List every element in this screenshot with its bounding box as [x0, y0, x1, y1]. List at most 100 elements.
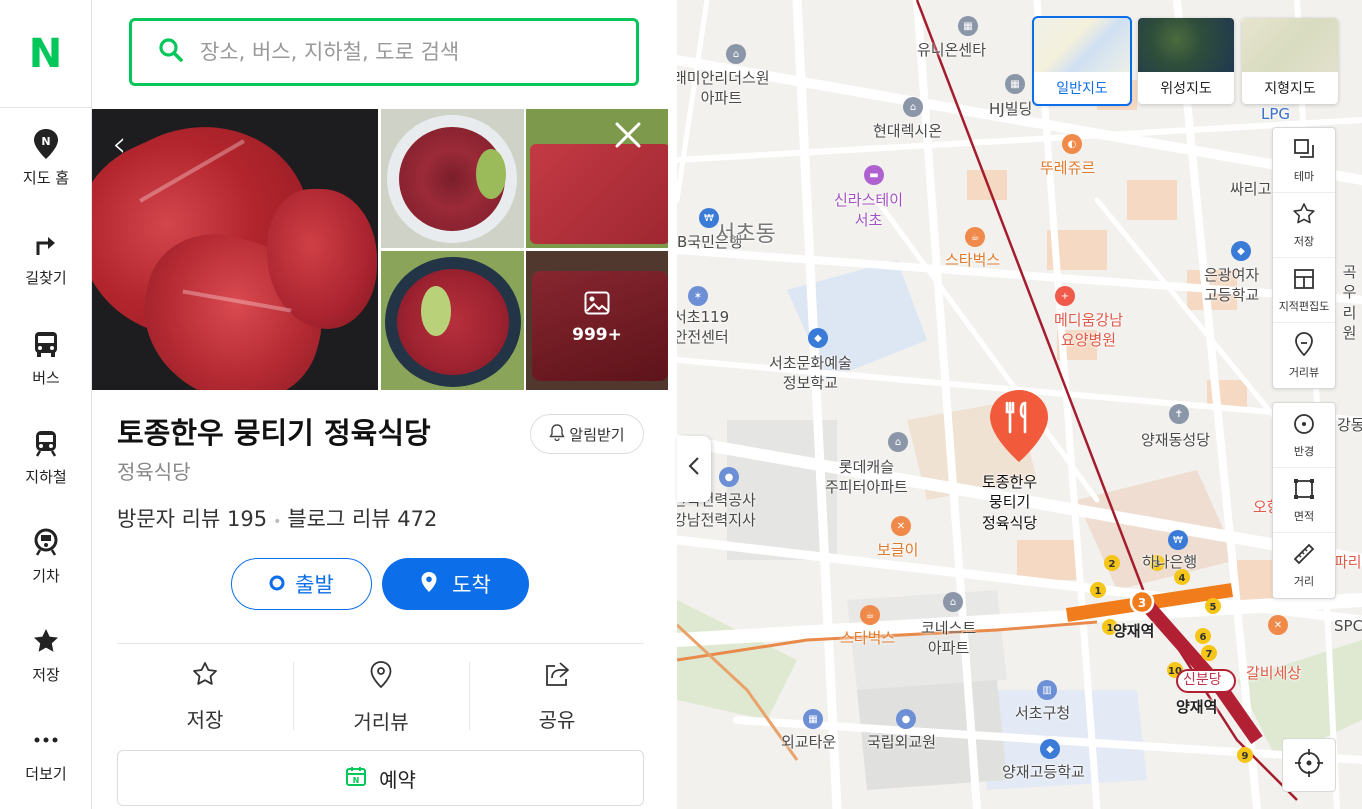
- church-icon: ✝: [1169, 404, 1189, 424]
- map-label: 코네스트 아파트: [921, 619, 977, 658]
- nav-item-subway[interactable]: 지하철: [0, 417, 92, 497]
- thumb-photo[interactable]: [381, 251, 524, 390]
- thumb-photo-more[interactable]: 999+: [526, 251, 668, 390]
- search-input[interactable]: [200, 40, 600, 64]
- search-box[interactable]: [129, 18, 639, 86]
- nav-item-saved[interactable]: 저장: [0, 615, 92, 695]
- svg-text:5: 5: [1210, 602, 1217, 613]
- svg-text:2: 2: [1109, 559, 1116, 570]
- nav-item-label: 저장: [32, 665, 60, 684]
- tool-area[interactable]: 면적: [1273, 468, 1335, 533]
- layers-icon: [1292, 137, 1316, 165]
- thumb-photo[interactable]: [381, 109, 524, 248]
- government-icon: ▥: [1037, 680, 1057, 700]
- maptype-terrain[interactable]: 지형지도: [1242, 18, 1338, 104]
- app-root: N N 지도 홈 길찾기 버스 지하철 기차 저장 더보기 장소, 버스, 지하…: [0, 0, 1362, 809]
- station-label[interactable]: 양재역: [1176, 697, 1217, 717]
- map-label: 래미안리더스원 아파트: [677, 69, 770, 108]
- nav-item-label: 길찾기: [25, 268, 67, 287]
- bank-icon: ₩: [1168, 530, 1188, 550]
- chevron-left-icon: [688, 456, 700, 482]
- share-action-label: 공유: [538, 708, 576, 732]
- map-label: 스타벅스: [945, 251, 1001, 269]
- place-category: 정육식당: [117, 460, 191, 484]
- map-label: LPG: [1261, 105, 1291, 123]
- svg-text:7: 7: [1206, 649, 1213, 660]
- svg-text:4: 4: [1179, 573, 1186, 584]
- tool-distance[interactable]: 거리: [1273, 533, 1335, 598]
- map-label: 외교타운: [781, 733, 837, 751]
- prev-photo-icon[interactable]: ‹: [112, 124, 126, 165]
- nav-item-label: 기차: [32, 566, 60, 585]
- hospital-icon: +: [1055, 286, 1075, 306]
- current-location-button[interactable]: [1282, 738, 1336, 792]
- nav-item-map-home[interactable]: N 지도 홈: [0, 118, 92, 198]
- search-icon: [158, 37, 184, 67]
- apartment-icon: ⌂: [903, 97, 923, 117]
- gallery-image-icon: [584, 291, 610, 319]
- map-label: 강동: [1337, 416, 1362, 434]
- save-action-label: 저장: [186, 708, 224, 732]
- map-canvas[interactable]: 3 2 1 3 4 5 6 7 1 9 10 ▦ ⌂ ▦ ⌂ ◐ ▬ ₩ ☕ ◆…: [677, 0, 1362, 809]
- cadastral-grid-icon: [1292, 267, 1316, 295]
- cafe-icon: ☕: [860, 605, 880, 625]
- fire-station-icon: ✶: [688, 286, 708, 306]
- street-view-action[interactable]: 거리뷰: [293, 660, 469, 734]
- building-icon: ▦: [1005, 74, 1025, 94]
- nav-item-train[interactable]: 기차: [0, 516, 92, 596]
- directions-arrow-icon: [31, 229, 61, 259]
- maptype-thumb: [1034, 18, 1130, 72]
- map-label: HJ빌딩: [989, 100, 1033, 118]
- nav-item-label: 버스: [32, 368, 60, 387]
- bakery-icon: ◐: [1062, 134, 1082, 154]
- tool-save[interactable]: 저장: [1273, 193, 1335, 258]
- share-action[interactable]: 공유: [469, 660, 645, 732]
- tool-cadastral[interactable]: 지적편집도: [1273, 258, 1335, 323]
- maptype-satellite[interactable]: 위성지도: [1138, 18, 1234, 104]
- map-label: 곡우 리원: [1342, 263, 1357, 342]
- arrive-button[interactable]: 도착: [382, 558, 529, 610]
- hotel-icon: ▬: [864, 165, 884, 185]
- alarm-button[interactable]: 알림받기: [530, 414, 644, 454]
- main-photo[interactable]: ‹: [92, 109, 378, 390]
- map-label: 서초119 안전센터: [677, 308, 730, 347]
- map-label: 메디움강남 요양병원: [1054, 311, 1124, 350]
- bus-icon: [31, 329, 61, 359]
- map-label: 신라스테이 서초: [834, 191, 904, 230]
- map-tools-top: 테마 저장 지적편집도 거리뷰: [1272, 127, 1336, 389]
- restaurant-icon: ✕: [1268, 615, 1288, 635]
- maptype-thumb: [1242, 18, 1338, 72]
- station-label[interactable]: 양재역: [1113, 621, 1154, 641]
- blog-review-link[interactable]: 블로그 리뷰 472: [287, 507, 437, 531]
- depart-dot-icon: [269, 572, 285, 596]
- collapse-panel-button[interactable]: [677, 436, 711, 502]
- school-icon: ◆: [1040, 739, 1060, 759]
- place-map-label[interactable]: 토종한우 뭉티기 정육식당: [982, 472, 1037, 533]
- thumb-photo[interactable]: [526, 109, 668, 248]
- school-icon: ◆: [1231, 241, 1251, 261]
- depart-button[interactable]: 출발: [231, 558, 372, 610]
- maptype-thumb: [1138, 18, 1234, 72]
- maptype-normal[interactable]: 일반지도: [1032, 16, 1132, 106]
- svg-text:9: 9: [1242, 751, 1249, 762]
- street-view-action-label: 거리뷰: [353, 710, 409, 734]
- close-icon[interactable]: [612, 119, 644, 160]
- nav-item-bus[interactable]: 버스: [0, 318, 92, 398]
- radius-circle-icon: [1292, 412, 1316, 440]
- nav-item-more[interactable]: 더보기: [0, 714, 92, 794]
- institution-icon: ●: [896, 709, 916, 729]
- tool-radius[interactable]: 반경: [1273, 403, 1335, 468]
- reserve-button[interactable]: N 예약: [117, 750, 644, 806]
- star-icon: [31, 626, 61, 656]
- tool-street-view[interactable]: 거리뷰: [1273, 323, 1335, 388]
- tool-theme[interactable]: 테마: [1273, 128, 1335, 193]
- save-action[interactable]: 저장: [117, 660, 293, 732]
- nav-item-directions[interactable]: 길찾기: [0, 218, 92, 298]
- bell-icon: [549, 423, 566, 445]
- area-square-icon: [1292, 477, 1316, 505]
- left-nav-rail: N N 지도 홈 길찾기 버스 지하철 기차 저장 더보기: [0, 0, 92, 809]
- visitor-review-link[interactable]: 방문자 리뷰 195: [117, 507, 267, 531]
- map-label: 서초동: [715, 222, 776, 247]
- street-view-pin-icon: [1293, 331, 1315, 361]
- naver-logo[interactable]: N: [0, 0, 91, 108]
